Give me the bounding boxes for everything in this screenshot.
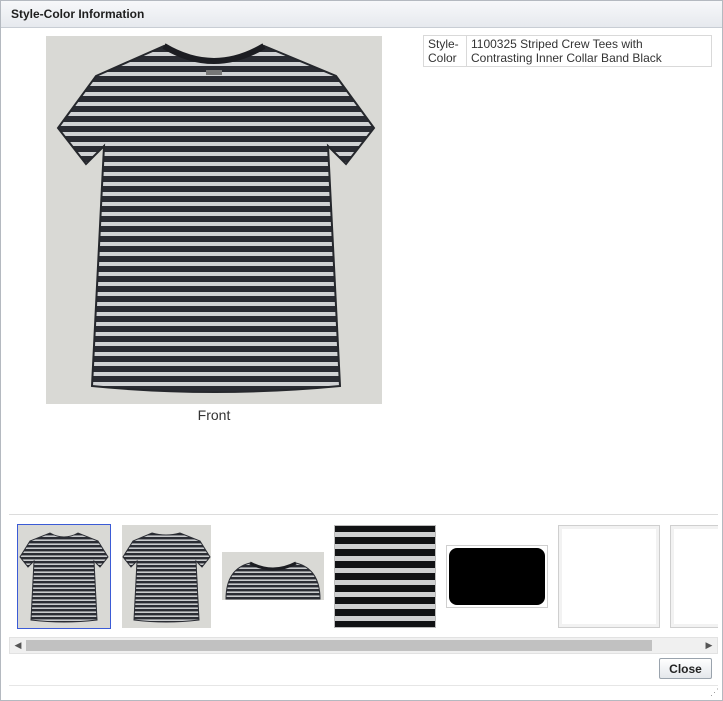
main-product-image <box>46 36 382 404</box>
tee-back-thumbnail <box>122 525 211 628</box>
striped-tee-front-image <box>46 36 382 404</box>
style-color-value-text: 1100325 Striped Crew Tees with Contrasti… <box>471 37 662 65</box>
resize-grip-icon[interactable]: ⋰ <box>710 688 719 697</box>
thumbnail-strip <box>9 514 718 633</box>
footer-divider <box>9 685 718 686</box>
thumbnail-collar[interactable] <box>222 525 324 628</box>
color-swatch-thumbnail <box>446 545 548 608</box>
scroll-left-arrow-icon[interactable]: ◀ <box>11 638 25 653</box>
close-button[interactable]: Close <box>659 658 712 679</box>
fabric-swatch-thumbnail <box>334 525 436 628</box>
thumbnail-fabric[interactable] <box>334 525 436 628</box>
tee-front-thumbnail <box>18 525 110 628</box>
dialog-title: Style-Color Information <box>11 7 145 21</box>
thumbnail-blank-1[interactable] <box>558 525 660 628</box>
thumbnail-color-black[interactable] <box>446 525 548 628</box>
scrollbar-thumb[interactable] <box>26 640 652 651</box>
dialog-titlebar[interactable]: Style-Color Information <box>1 1 722 28</box>
style-color-info-table: Style- Color 1100325 Striped Crew Tees w… <box>423 35 712 67</box>
collar-detail-thumbnail <box>222 525 324 628</box>
style-color-label-text: Style- Color <box>428 37 459 65</box>
thumbnail-blank-2[interactable] <box>670 525 718 628</box>
style-color-dialog: Style-Color Information Front Style- Col… <box>0 0 723 701</box>
style-color-label: Style- Color <box>423 35 467 67</box>
style-color-value: 1100325 Striped Crew Tees with Contrasti… <box>466 35 712 67</box>
thumbnail-back[interactable] <box>122 525 211 628</box>
thumbnail-front[interactable] <box>17 524 111 629</box>
image-caption: Front <box>197 407 231 423</box>
scroll-right-arrow-icon[interactable]: ▶ <box>702 638 716 653</box>
thumbnail-scrollbar[interactable]: ◀ ▶ <box>9 637 718 654</box>
